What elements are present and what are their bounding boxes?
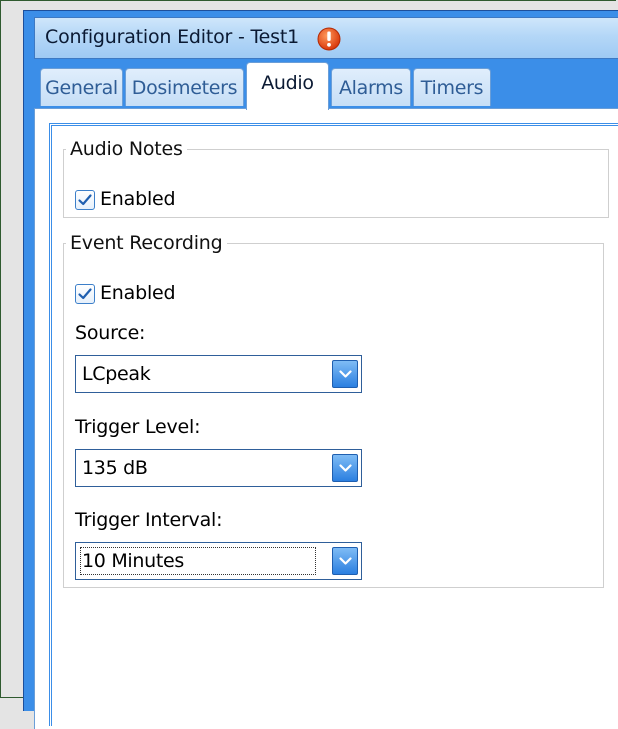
audio-panel: Audio Notes Enabled Event Recording Enab…	[49, 123, 618, 726]
chevron-down-icon	[339, 557, 352, 565]
trigger-interval-dropdown[interactable]: 10 Minutes	[75, 542, 362, 580]
tab-alarms[interactable]: Alarms	[331, 68, 411, 106]
source-dropdown[interactable]: LCpeak	[75, 355, 362, 393]
warning-alert-icon	[317, 27, 341, 51]
tab-content-audio: Audio Notes Enabled Event Recording Enab…	[34, 108, 618, 729]
tab-bar: General Dosimeters Audio Alarms Timers	[34, 59, 618, 111]
trigger-level-dropdown-button[interactable]	[332, 454, 358, 482]
tab-general[interactable]: General	[40, 68, 123, 106]
event-recording-enabled-checkbox[interactable]	[75, 284, 95, 304]
event-recording-enabled-label[interactable]: Enabled	[100, 282, 176, 304]
configuration-editor-window: Configuration Editor - Test1 General Dos…	[23, 10, 618, 729]
window-title: Configuration Editor - Test1	[45, 26, 299, 48]
source-dropdown-button[interactable]	[332, 360, 358, 388]
event-recording-legend: Event Recording	[70, 232, 223, 254]
audio-notes-legend: Audio Notes	[70, 138, 183, 160]
event-recording-group: Event Recording Enabled Source: LCpeak T…	[63, 232, 604, 588]
checkmark-icon	[78, 288, 92, 300]
audio-notes-group: Audio Notes Enabled	[63, 138, 609, 218]
audio-notes-enabled-checkbox[interactable]	[75, 190, 95, 210]
tab-audio[interactable]: Audio	[246, 62, 329, 110]
source-label: Source:	[75, 322, 146, 344]
trigger-level-label: Trigger Level:	[75, 416, 201, 438]
tab-timers[interactable]: Timers	[413, 68, 491, 106]
trigger-interval-dropdown-button[interactable]	[332, 547, 358, 575]
trigger-interval-value: 10 Minutes	[82, 550, 185, 572]
trigger-interval-label: Trigger Interval:	[75, 509, 223, 531]
trigger-level-value: 135 dB	[82, 457, 148, 479]
audio-notes-enabled-label[interactable]: Enabled	[100, 188, 176, 210]
checkmark-icon	[78, 194, 92, 206]
window-titlebar[interactable]: Configuration Editor - Test1	[34, 17, 618, 59]
tab-dosimeters[interactable]: Dosimeters	[125, 68, 244, 106]
source-value: LCpeak	[82, 363, 151, 385]
trigger-level-dropdown[interactable]: 135 dB	[75, 449, 362, 487]
chevron-down-icon	[339, 370, 352, 378]
chevron-down-icon	[339, 464, 352, 472]
